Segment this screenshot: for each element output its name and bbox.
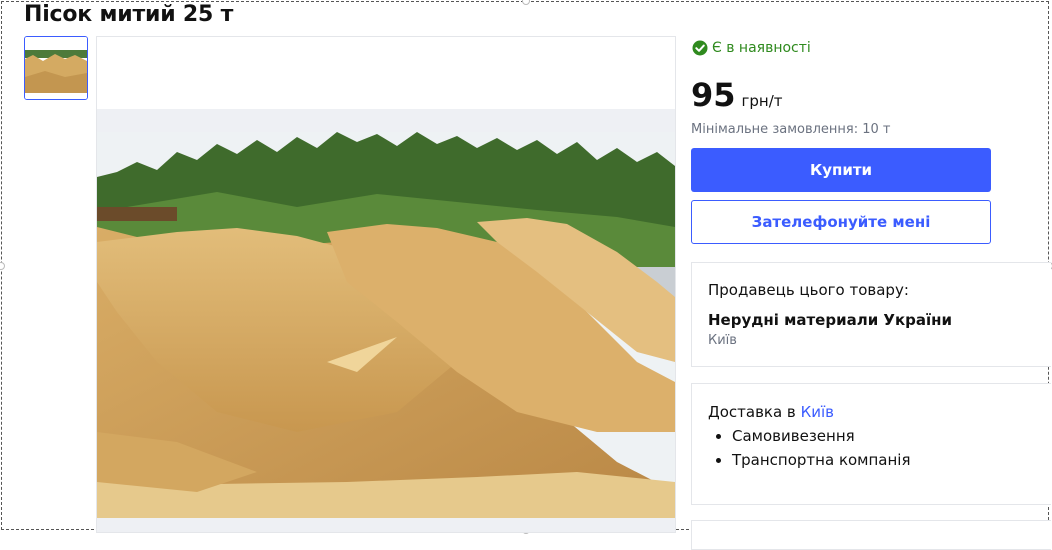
- delivery-option: Транспортна компанія: [732, 448, 911, 472]
- price-unit: грн/т: [741, 92, 783, 110]
- sand-pile-photo-icon: [97, 132, 675, 518]
- seller-card: Продавець цього товару: Нерудні материал…: [691, 262, 1051, 367]
- sand-pile-thumbnail-icon: [25, 37, 87, 99]
- delivery-city-link[interactable]: Київ: [801, 403, 834, 421]
- delivery-option: Самовивезення: [732, 424, 911, 448]
- next-card: [691, 520, 1051, 550]
- main-image-viewer[interactable]: [96, 36, 676, 533]
- seller-name[interactable]: Нерудні материали України: [708, 311, 952, 329]
- availability-text: Є в наявності: [712, 40, 811, 56]
- price-value: 95: [691, 76, 736, 114]
- availability-status: Є в наявності: [692, 40, 811, 56]
- delivery-label: Доставка в: [708, 403, 796, 421]
- image-bottom-band: [97, 518, 675, 532]
- product-title: Пісок митий 25 т: [24, 2, 234, 27]
- image-top-band: [97, 109, 675, 132]
- delivery-options: Самовивезення Транспортна компанія: [708, 424, 911, 472]
- seller-label: Продавець цього товару:: [708, 281, 909, 299]
- buy-button[interactable]: Купити: [691, 148, 991, 192]
- check-circle-icon: [692, 40, 708, 56]
- call-me-button[interactable]: Зателефонуйте мені: [691, 200, 991, 244]
- seller-city: Київ: [708, 333, 737, 348]
- gallery-thumbnail[interactable]: [24, 36, 88, 100]
- min-order-note: Мінімальне замовлення: 10 т: [691, 122, 891, 137]
- delivery-card: Доставка в Київ Самовивезення Транспортн…: [691, 383, 1051, 505]
- delivery-heading: Доставка в Київ: [708, 403, 834, 421]
- price-block: 95 грн/т: [691, 76, 783, 114]
